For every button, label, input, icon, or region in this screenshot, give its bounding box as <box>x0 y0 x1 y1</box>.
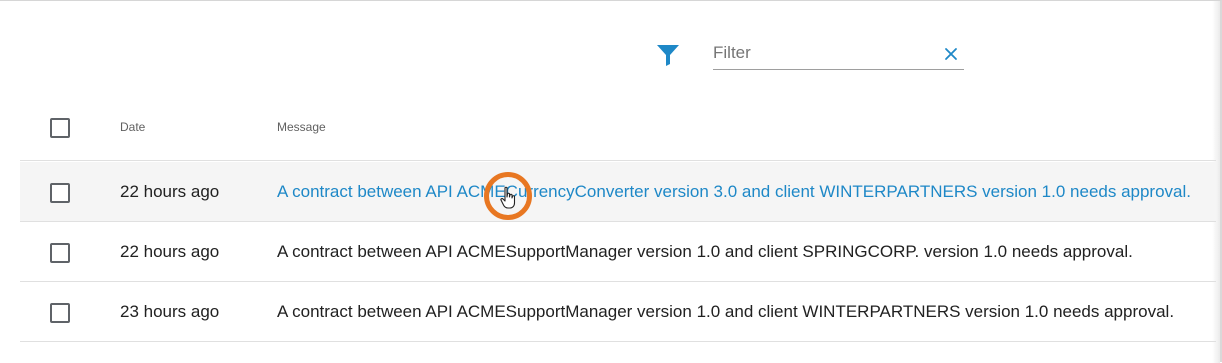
table-row[interactable]: 22 hours ago A contract between API ACME… <box>20 162 1216 222</box>
table-row[interactable]: 23 hours ago A contract between API ACME… <box>20 282 1216 342</box>
row-date: 22 hours ago <box>120 242 220 261</box>
row-date: 22 hours ago <box>120 182 220 201</box>
table-row[interactable]: 22 hours ago A contract between API ACME… <box>20 222 1216 282</box>
select-all-checkbox[interactable] <box>50 118 70 138</box>
row-date: 23 hours ago <box>120 302 220 321</box>
hand-pointer-icon <box>500 186 516 209</box>
row-checkbox[interactable] <box>50 183 70 203</box>
column-header-date[interactable]: Date <box>120 120 145 134</box>
close-icon[interactable] <box>944 47 958 61</box>
filter-icon[interactable] <box>656 44 680 66</box>
row-message-link[interactable]: A contract between API ACMECurrencyConve… <box>277 182 1191 202</box>
notifications-panel: Date Message 22 hours ago A contract bet… <box>0 0 1222 363</box>
row-checkbox[interactable] <box>50 303 70 323</box>
row-checkbox[interactable] <box>50 243 70 263</box>
filter-field[interactable] <box>713 39 964 70</box>
table-header: Date Message <box>20 97 1216 161</box>
column-header-message[interactable]: Message <box>277 120 326 134</box>
filter-input[interactable] <box>713 39 933 67</box>
row-message[interactable]: A contract between API ACMESupportManage… <box>277 302 1174 322</box>
row-message[interactable]: A contract between API ACMESupportManage… <box>277 242 1133 262</box>
